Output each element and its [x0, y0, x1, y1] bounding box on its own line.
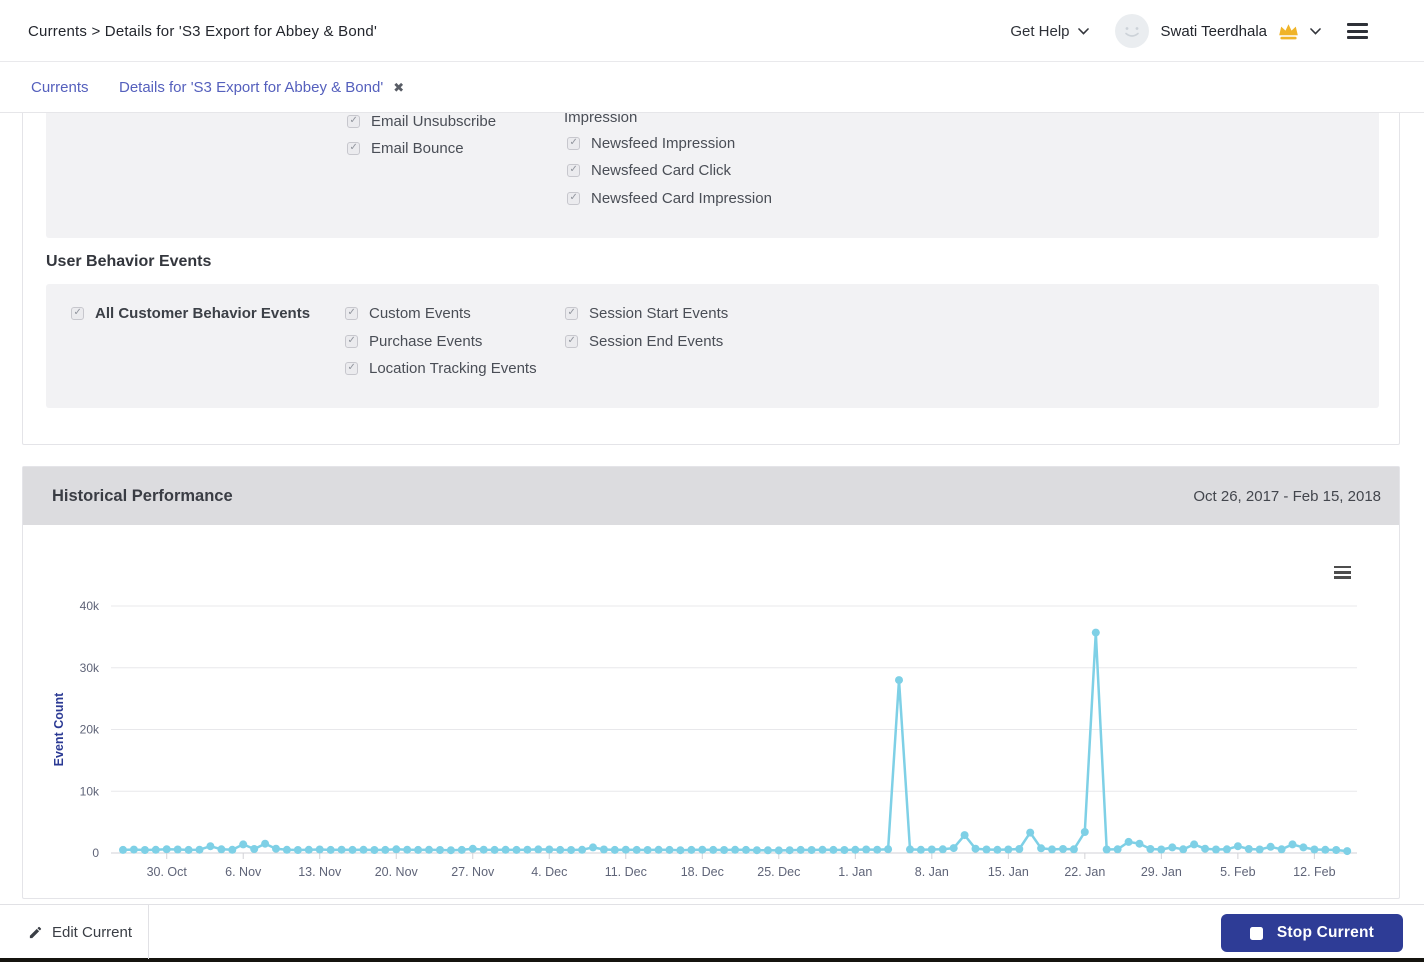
svg-text:40k: 40k — [80, 599, 100, 613]
checkbox-label: Newsfeed Impression — [591, 135, 736, 152]
svg-text:Event Count: Event Count — [52, 692, 66, 766]
historical-performance-title: Historical Performance — [52, 486, 233, 505]
checkbox-custom-events[interactable] — [345, 307, 358, 320]
chevron-down-icon — [1077, 27, 1089, 35]
top-header: Currents > Details for 'S3 Export for Ab… — [0, 0, 1424, 62]
svg-text:25. Dec: 25. Dec — [757, 865, 800, 879]
svg-text:20. Nov: 20. Nov — [375, 865, 419, 879]
checkbox-row-all-customer-behavior: All Customer Behavior Events — [71, 306, 310, 322]
checkbox-email-bounce[interactable] — [347, 142, 360, 155]
tab-currents[interactable]: Currents — [31, 62, 89, 113]
checkbox-session-start-events[interactable] — [565, 307, 578, 320]
stop-current-label: Stop Current — [1276, 924, 1374, 941]
checkbox-newsfeed-card-click[interactable] — [567, 164, 580, 177]
stop-current-button[interactable]: Stop Current — [1220, 914, 1403, 952]
chart-area: 0 10k 20k 30k 40k Event Count 30. Oct 6. Nov 13.… — [23, 525, 1399, 899]
crown-icon — [1279, 23, 1298, 39]
checkbox-row-email-bounce: Email Bounce — [347, 141, 464, 157]
tab-details-label: Details for 'S3 Export for Abbey & Bond' — [119, 79, 384, 96]
get-help-label: Get Help — [1010, 22, 1070, 40]
tab-details-active[interactable]: Details for 'S3 Export for Abbey & Bond'… — [119, 62, 404, 113]
historical-performance-header: Historical Performance Oct 26, 2017 - Fe… — [23, 467, 1399, 525]
checkbox-row-session-start-events: Session Start Events — [565, 306, 728, 322]
svg-text:18. Dec: 18. Dec — [681, 865, 724, 879]
svg-text:29. Jan: 29. Jan — [1141, 865, 1182, 879]
svg-text:10k: 10k — [80, 784, 100, 798]
edit-current-label: Edit Current — [52, 923, 133, 941]
get-help-button[interactable]: Get Help — [1010, 22, 1089, 40]
checkbox-location-tracking-events[interactable] — [345, 362, 358, 375]
pencil-icon — [29, 926, 42, 938]
checkbox-newsfeed-card-impression[interactable] — [567, 192, 580, 205]
stop-icon — [1249, 926, 1263, 940]
checkbox-all-customer-behavior[interactable] — [71, 307, 84, 320]
svg-text:13. Nov: 13. Nov — [298, 865, 342, 879]
export-events-card: Impression Email Unsubscribe Email Bounc… — [22, 80, 1400, 445]
svg-text:6. Nov: 6. Nov — [225, 865, 262, 879]
tab-currents-label: Currents — [31, 79, 89, 96]
svg-text:4. Dec: 4. Dec — [531, 865, 567, 879]
checkbox-row-location-tracking-events: Location Tracking Events — [345, 361, 537, 377]
checkbox-label: Email Unsubscribe — [371, 113, 497, 130]
checkbox-label: Location Tracking Events — [369, 360, 537, 377]
checkbox-email-unsubscribe[interactable] — [347, 115, 360, 128]
svg-text:27. Nov: 27. Nov — [451, 865, 495, 879]
user-behavior-events-heading: User Behavior Events — [46, 253, 212, 270]
checkbox-session-end-events[interactable] — [565, 335, 578, 348]
currents-details-page: Currents > Details for 'S3 Export for Ab… — [0, 0, 1424, 962]
checkbox-row-newsfeed-card-click: Newsfeed Card Click — [567, 163, 731, 179]
user-name: Swati Teerdhala — [1160, 22, 1267, 40]
footer-divider — [148, 905, 149, 959]
close-tab-icon[interactable]: ✖ — [393, 81, 404, 94]
chevron-down-icon — [1310, 27, 1321, 35]
checkbox-purchase-events[interactable] — [345, 335, 358, 348]
user-menu[interactable]: Swati Teerdhala — [1114, 14, 1321, 48]
svg-text:0: 0 — [92, 846, 99, 860]
checkbox-label: Newsfeed Card Click — [591, 162, 732, 179]
checkbox-row-email-unsubscribe: Email Unsubscribe — [347, 114, 496, 130]
historical-performance-card: Historical Performance Oct 26, 2017 - Fe… — [22, 466, 1400, 899]
checkbox-label: Purchase Events — [369, 333, 483, 350]
checkbox-row-newsfeed-impression: Newsfeed Impression — [567, 136, 735, 152]
chart-context-menu-icon[interactable] — [1334, 563, 1351, 582]
checkbox-label: Newsfeed Card Impression — [591, 190, 772, 207]
svg-text:20k: 20k — [80, 723, 100, 737]
breadcrumb[interactable]: Currents > Details for 'S3 Export for Ab… — [28, 0, 377, 62]
checkbox-label: All Customer Behavior Events — [95, 305, 311, 322]
svg-text:11. Dec: 11. Dec — [605, 865, 647, 879]
checkbox-label: Session Start Events — [589, 305, 729, 322]
historical-chart: 0 10k 20k 30k 40k Event Count 30. Oct 6. Nov 13.… — [52, 599, 1357, 879]
checkbox-label: Email Bounce — [371, 140, 464, 157]
svg-text:12. Feb: 12. Feb — [1293, 865, 1335, 879]
checkbox-label: Session End Events — [589, 333, 724, 350]
date-range: Oct 26, 2017 - Feb 15, 2018 — [1193, 487, 1381, 505]
svg-text:30k: 30k — [80, 661, 100, 675]
header-actions: Get Help Swati Teerdhala — [1010, 0, 1368, 62]
checkbox-row-session-end-events: Session End Events — [565, 334, 723, 350]
svg-text:22. Jan: 22. Jan — [1064, 865, 1105, 879]
user-behavior-events-panel: All Customer Behavior Events Custom Even… — [46, 284, 1379, 408]
checkbox-newsfeed-impression[interactable] — [567, 137, 580, 150]
avatar — [1114, 14, 1149, 48]
avatar-smiley-icon — [1124, 27, 1139, 37]
checkbox-row-purchase-events: Purchase Events — [345, 334, 482, 350]
svg-text:1. Jan: 1. Jan — [838, 865, 872, 879]
footer-action-bar: Edit Current Stop Current — [0, 904, 1424, 959]
message-events-panel: Impression Email Unsubscribe Email Bounc… — [46, 97, 1379, 238]
svg-text:30. Oct: 30. Oct — [147, 865, 188, 879]
svg-text:5. Feb: 5. Feb — [1220, 865, 1255, 879]
svg-text:15. Jan: 15. Jan — [988, 865, 1029, 879]
checkbox-row-custom-events: Custom Events — [345, 306, 471, 322]
tab-bar: Currents Details for 'S3 Export for Abbe… — [0, 62, 1424, 113]
edit-current-button[interactable]: Edit Current — [28, 905, 132, 959]
svg-text:8. Jan: 8. Jan — [915, 865, 949, 879]
checkbox-row-newsfeed-card-impression: Newsfeed Card Impression — [567, 191, 772, 207]
checkbox-label: Custom Events — [369, 305, 471, 322]
desktop-edge — [0, 958, 1424, 962]
menu-icon[interactable] — [1347, 20, 1368, 43]
